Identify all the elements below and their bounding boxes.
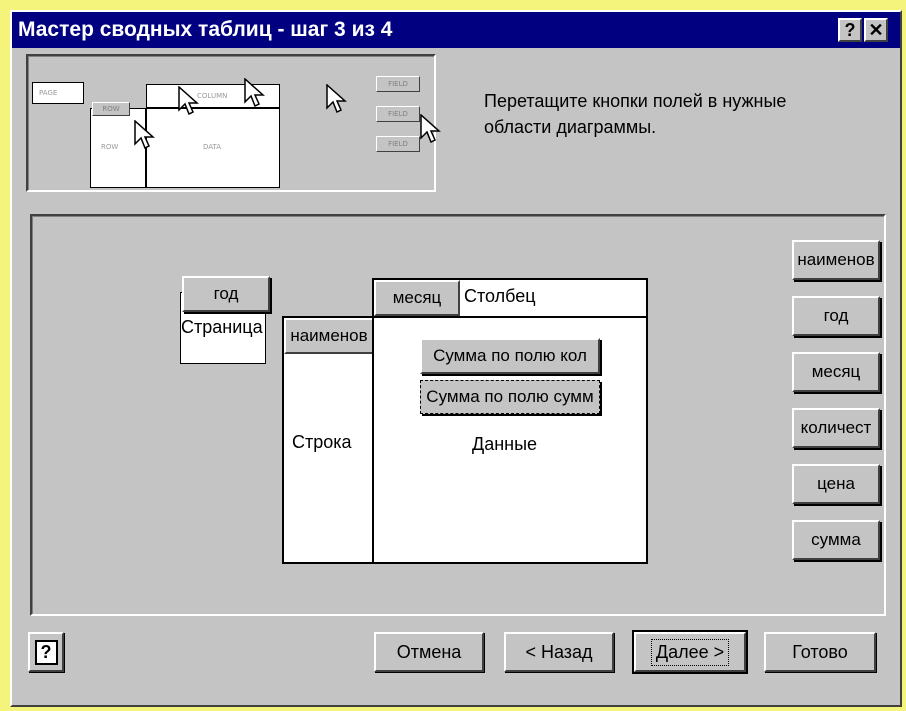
page-field-button[interactable]: год <box>182 276 270 312</box>
available-field-sum[interactable]: сумма <box>792 520 880 560</box>
dialog-title: Мастер сводных таблиц - шаг 3 из 4 <box>18 18 393 41</box>
data-field-button-quantity[interactable]: Сумма по полю кол <box>420 338 600 374</box>
help-assistant-button[interactable]: ? <box>28 632 64 672</box>
cursor-arrow-icon <box>134 120 155 150</box>
instruction-text: Перетащите кнопки полей в нужные области… <box>484 91 787 137</box>
data-field-button-sum[interactable]: Сумма по полю сумм <box>420 380 600 414</box>
title-bar: Мастер сводных таблиц - шаг 3 из 4 ? ✕ <box>12 12 900 48</box>
next-button[interactable]: Далее > <box>632 630 748 674</box>
close-button[interactable]: ✕ <box>864 18 888 42</box>
row-field-button[interactable]: наименов <box>284 318 374 354</box>
cursor-arrow-icon <box>178 86 199 116</box>
help-assistant-icon: ? <box>34 639 58 665</box>
available-field-price[interactable]: цена <box>792 464 880 504</box>
cursor-arrow-icon <box>326 84 347 114</box>
layout-preview-illustration: PAGE COLUMN ROW DATA ROW FIELD FIELD FIE… <box>26 54 441 192</box>
preview-row-button: ROW <box>92 102 130 116</box>
finish-button[interactable]: Готово <box>764 632 876 672</box>
close-icon: ✕ <box>868 20 884 40</box>
pivot-layout-area: Страница год Строка наименов Столбец мес… <box>30 214 886 616</box>
help-icon: ? <box>844 20 856 40</box>
help-button[interactable]: ? <box>838 18 862 42</box>
preview-field-button-2: FIELD <box>376 106 420 122</box>
column-field-button[interactable]: месяц <box>374 280 460 316</box>
back-button[interactable]: < Назад <box>504 632 614 672</box>
data-zone-label: Данные <box>472 434 538 454</box>
preview-field-button-3: FIELD <box>376 136 420 152</box>
cursor-arrow-icon <box>244 78 265 108</box>
available-field-quantity[interactable]: количест <box>792 408 880 448</box>
preview-field-button-1: FIELD <box>376 76 420 92</box>
column-zone-label: Столбец <box>464 286 536 306</box>
preview-data-area: DATA <box>146 108 280 188</box>
available-field-name[interactable]: наименов <box>792 240 880 280</box>
available-field-month[interactable]: месяц <box>792 352 880 392</box>
cursor-arrow-icon <box>420 114 441 144</box>
page-zone-label: Страница <box>181 317 263 337</box>
row-zone-label: Строка <box>292 432 352 452</box>
pivot-wizard-dialog: Мастер сводных таблиц - шаг 3 из 4 ? ✕ P… <box>10 10 902 707</box>
available-field-year[interactable]: год <box>792 296 880 336</box>
cancel-button[interactable]: Отмена <box>374 632 484 672</box>
preview-page-area: PAGE <box>32 82 84 104</box>
